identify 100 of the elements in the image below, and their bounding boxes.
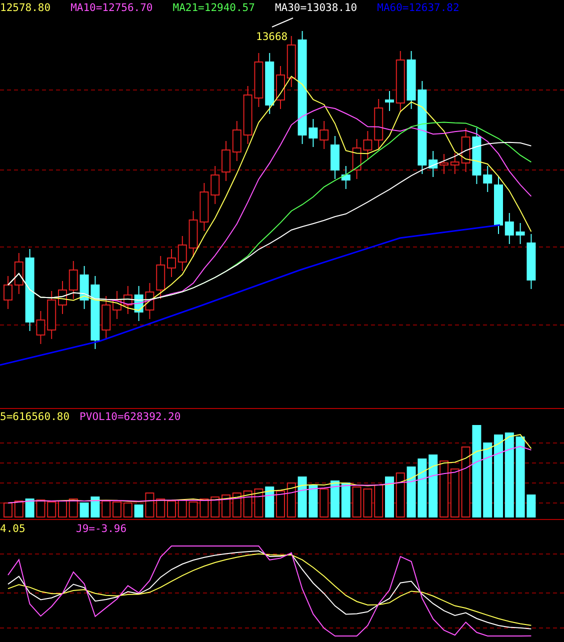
candlestick xyxy=(47,290,56,340)
candlestick xyxy=(36,310,46,344)
indicator-label: MA10=12756.70 xyxy=(70,2,153,14)
candlestick xyxy=(222,140,230,182)
volume-bar xyxy=(25,498,34,518)
indicator-label: J9=-3.96 xyxy=(76,523,127,535)
candlestick xyxy=(145,282,154,320)
volume-bar xyxy=(90,496,100,518)
candlestick xyxy=(200,182,209,232)
candlestick xyxy=(396,50,405,112)
volume-bar xyxy=(188,502,198,518)
candlestick xyxy=(68,260,78,300)
volume-bar xyxy=(396,472,405,518)
volume-bar xyxy=(352,486,362,518)
candlestick xyxy=(428,150,438,178)
volume-bar xyxy=(418,458,427,518)
indicator-label: MA60=12637.82 xyxy=(377,2,460,14)
volume-bar xyxy=(36,500,46,518)
candlestick xyxy=(526,234,536,290)
volume-bar xyxy=(200,498,209,518)
volume-bar xyxy=(134,504,144,518)
candlestick xyxy=(330,136,340,180)
volume-bar xyxy=(4,502,12,518)
peak-price-label: 13668 xyxy=(256,31,288,43)
candlestick xyxy=(232,120,242,162)
candlestick xyxy=(472,128,482,184)
candlestick xyxy=(341,166,350,190)
volume-bar xyxy=(254,488,264,518)
candlestick xyxy=(134,286,144,322)
candlestick xyxy=(461,128,470,172)
candlestick xyxy=(112,290,122,320)
volume-bar xyxy=(243,490,252,518)
candlestick xyxy=(276,66,285,110)
volume-bar xyxy=(58,500,67,518)
volume-bar xyxy=(145,492,154,518)
candlestick xyxy=(243,86,252,144)
volume-bar xyxy=(428,454,438,518)
candlestick xyxy=(80,266,89,310)
volume-bar xyxy=(286,482,296,518)
leader-line xyxy=(272,18,294,28)
volume-bar xyxy=(265,486,274,518)
volume-bar xyxy=(363,488,372,518)
candlestick xyxy=(210,166,220,204)
volume-bar xyxy=(406,466,416,518)
candlestick xyxy=(320,120,329,150)
volume-bar xyxy=(112,502,122,518)
volume-bar xyxy=(14,500,24,518)
volume-bar xyxy=(80,502,89,518)
indicator-label: MA30=13038.10 xyxy=(274,2,358,14)
volume-bar xyxy=(156,498,166,518)
indicator-label: MA21=12940.57 xyxy=(172,2,255,14)
candlestick xyxy=(58,280,67,314)
volume-bar xyxy=(385,476,394,518)
volume-bar xyxy=(330,480,340,518)
candlestick xyxy=(4,276,12,310)
candlestick xyxy=(374,98,384,150)
volume-bar xyxy=(232,492,242,518)
candlestick xyxy=(483,166,492,192)
volume-bar xyxy=(102,500,111,518)
volume-bar xyxy=(320,488,329,518)
volume-bar xyxy=(341,482,350,518)
candlestick xyxy=(308,118,318,148)
volume-bar xyxy=(308,484,318,518)
volume-bar xyxy=(374,484,384,518)
candlestick xyxy=(516,222,525,244)
volume-bar xyxy=(47,502,56,518)
volume-bar xyxy=(526,494,536,518)
volume-bar xyxy=(450,468,460,518)
candlestick xyxy=(440,154,448,174)
candlestick xyxy=(167,248,176,278)
volume-bar xyxy=(298,476,307,518)
volume-bar xyxy=(178,500,187,518)
candlestick xyxy=(254,52,264,108)
indicator-label: 4.05 xyxy=(0,523,26,535)
candlestick xyxy=(14,252,24,294)
candlestick xyxy=(494,176,503,234)
indicator-label: 12578.80 xyxy=(0,2,51,14)
volume-bar xyxy=(276,490,285,518)
volume-bar xyxy=(222,494,230,518)
volume-bar xyxy=(440,460,448,518)
candlestick xyxy=(102,296,111,340)
indicator-label: 5=616560.80 xyxy=(0,411,70,423)
candlestick xyxy=(123,286,132,314)
candlestick xyxy=(504,212,514,244)
volume-bar xyxy=(123,502,132,518)
candlestick xyxy=(265,52,274,114)
candlestick xyxy=(188,210,198,258)
candlestick xyxy=(156,256,166,300)
volume-bar xyxy=(68,498,78,518)
candlestick xyxy=(406,50,416,110)
volume-bar xyxy=(461,446,470,518)
candlestick xyxy=(363,130,372,160)
volume-bar xyxy=(167,500,176,518)
candlestick xyxy=(178,236,187,272)
volume-bar xyxy=(210,496,220,518)
indicator-label: PVOL10=628392.20 xyxy=(80,411,181,423)
candlestick xyxy=(450,152,460,174)
candlestick xyxy=(286,36,296,88)
candlestick xyxy=(352,138,362,180)
candlestick xyxy=(385,90,394,112)
